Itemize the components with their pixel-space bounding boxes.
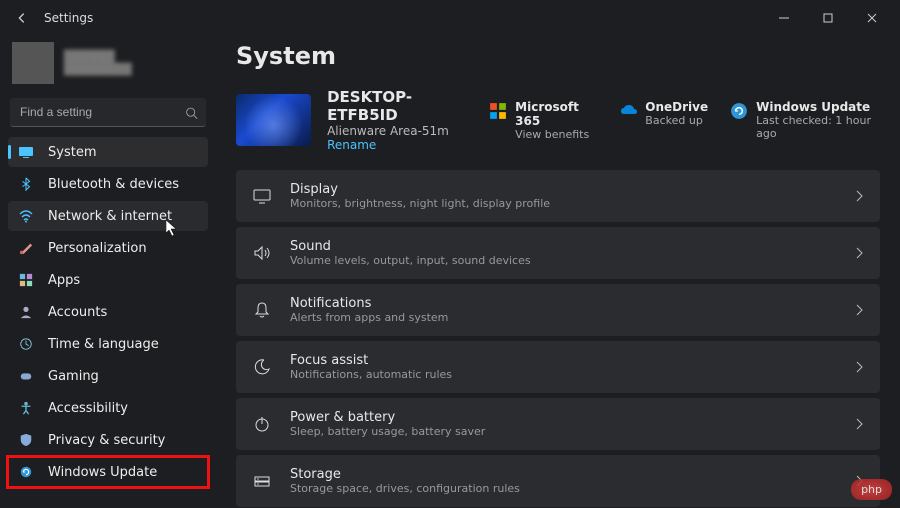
- sidebar-item-system[interactable]: System: [8, 137, 208, 167]
- device-name: DESKTOP-ETFB5ID: [327, 88, 473, 124]
- sidebar-item-personalization[interactable]: Personalization: [8, 233, 208, 263]
- sidebar-item-label: Apps: [48, 273, 80, 288]
- page-title: System: [236, 42, 880, 70]
- sidebar-item-label: Accessibility: [48, 401, 128, 416]
- onedrive-icon: [619, 102, 637, 120]
- update-icon: [18, 464, 34, 480]
- chevron-right-icon: [854, 190, 864, 202]
- setting-sound[interactable]: SoundVolume levels, output, input, sound…: [236, 227, 880, 279]
- gaming-icon: [18, 368, 34, 384]
- watermark: php: [851, 479, 892, 500]
- sidebar-item-label: Gaming: [48, 369, 99, 384]
- window-title: Settings: [44, 11, 93, 25]
- accessibility-icon: [18, 400, 34, 416]
- wifi-icon: [18, 208, 34, 224]
- sidebar-item-label: Bluetooth & devices: [48, 177, 179, 192]
- sidebar-item-update[interactable]: Windows Update: [8, 457, 208, 487]
- minimize-button[interactable]: [764, 4, 804, 32]
- sidebar: ██████████████ System Bluetooth & device…: [0, 36, 216, 508]
- sidebar-item-accessibility[interactable]: Accessibility: [8, 393, 208, 423]
- sidebar-item-privacy[interactable]: Privacy & security: [8, 425, 208, 455]
- setting-notifications[interactable]: NotificationsAlerts from apps and system: [236, 284, 880, 336]
- sidebar-item-label: System: [48, 145, 96, 160]
- moon-icon: [252, 357, 272, 377]
- device-image: [236, 94, 311, 146]
- sidebar-item-label: Accounts: [48, 305, 107, 320]
- bluetooth-icon: [18, 176, 34, 192]
- chevron-right-icon: [854, 418, 864, 430]
- sidebar-item-apps[interactable]: Apps: [8, 265, 208, 295]
- sidebar-item-label: Personalization: [48, 241, 147, 256]
- display-icon: [252, 186, 272, 206]
- main-panel: System DESKTOP-ETFB5ID Alienware Area-51…: [216, 36, 900, 508]
- clock-icon: [18, 336, 34, 352]
- apps-icon: [18, 272, 34, 288]
- sidebar-item-time[interactable]: Time & language: [8, 329, 208, 359]
- sidebar-item-label: Time & language: [48, 337, 159, 352]
- system-icon: [18, 144, 34, 160]
- maximize-button[interactable]: [808, 4, 848, 32]
- titlebar: Settings: [0, 0, 900, 36]
- sidebar-item-label: Privacy & security: [48, 433, 165, 448]
- sidebar-item-accounts[interactable]: Accounts: [8, 297, 208, 327]
- brush-icon: [18, 240, 34, 256]
- power-icon: [252, 414, 272, 434]
- sidebar-item-label: Windows Update: [48, 465, 157, 480]
- shield-icon: [18, 432, 34, 448]
- chevron-right-icon: [854, 361, 864, 373]
- bell-icon: [252, 300, 272, 320]
- setting-focus[interactable]: Focus assistNotifications, automatic rul…: [236, 341, 880, 393]
- sidebar-item-gaming[interactable]: Gaming: [8, 361, 208, 391]
- setting-storage[interactable]: StorageStorage space, drives, configurat…: [236, 455, 880, 507]
- setting-display[interactable]: DisplayMonitors, brightness, night light…: [236, 170, 880, 222]
- profile-block[interactable]: ██████████████: [8, 36, 208, 96]
- search-input[interactable]: [10, 98, 206, 127]
- update-status-icon: [730, 102, 748, 120]
- status-update[interactable]: Windows UpdateLast checked: 1 hour ago: [730, 100, 880, 141]
- status-onedrive[interactable]: OneDriveBacked up: [619, 100, 708, 141]
- storage-icon: [252, 471, 272, 491]
- chevron-right-icon: [854, 247, 864, 259]
- status-ms365[interactable]: Microsoft 365View benefits: [489, 100, 597, 141]
- chevron-right-icon: [854, 304, 864, 316]
- close-button[interactable]: [852, 4, 892, 32]
- setting-power[interactable]: Power & batterySleep, battery usage, bat…: [236, 398, 880, 450]
- back-button[interactable]: [8, 4, 36, 32]
- avatar: [12, 42, 54, 84]
- device-model: Alienware Area-51m: [327, 124, 473, 138]
- sidebar-item-label: Network & internet: [48, 209, 172, 224]
- sidebar-item-network[interactable]: Network & internet: [8, 201, 208, 231]
- sound-icon: [252, 243, 272, 263]
- device-header: DESKTOP-ETFB5ID Alienware Area-51m Renam…: [236, 88, 880, 152]
- profile-text: ██████████████: [64, 50, 132, 76]
- sidebar-item-bluetooth[interactable]: Bluetooth & devices: [8, 169, 208, 199]
- ms365-icon: [489, 102, 507, 120]
- person-icon: [18, 304, 34, 320]
- rename-link[interactable]: Rename: [327, 138, 473, 152]
